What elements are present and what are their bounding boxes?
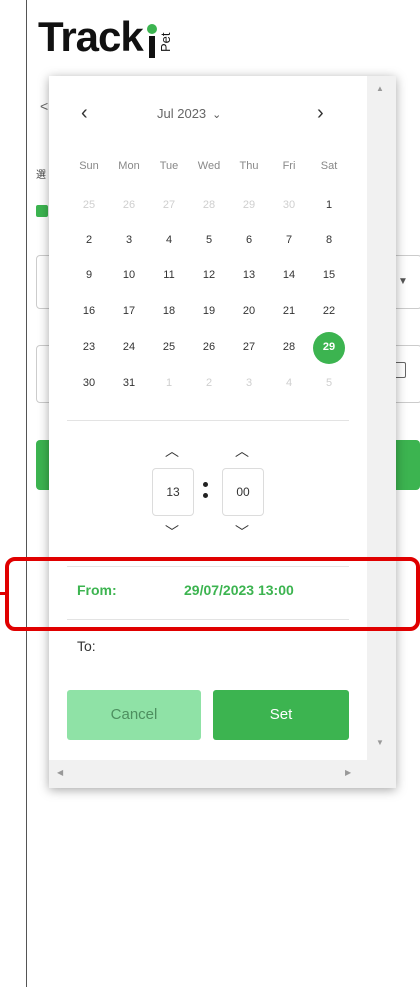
day-cell[interactable]: 2: [193, 368, 225, 398]
day-cell[interactable]: 30: [273, 190, 305, 220]
hour-down-button[interactable]: ﹀: [165, 522, 179, 542]
horizontal-scrollbar[interactable]: ◀ ▶: [49, 760, 367, 788]
day-cell[interactable]: 14: [273, 260, 305, 290]
day-cell[interactable]: 28: [193, 190, 225, 220]
day-cell[interactable]: 4: [153, 225, 185, 255]
annotation-highlight: [5, 557, 420, 631]
minute-down-button[interactable]: ﹀: [235, 522, 249, 542]
day-cell[interactable]: 31: [113, 368, 145, 398]
set-button[interactable]: Set: [213, 690, 349, 740]
day-cell[interactable]: 7: [273, 225, 305, 255]
day-grid: 25 26 27 28 29 30 1 2 3 4 5 6 7 8 9 10 11 12 13 14 15 16 17 18 1…: [49, 76, 349, 476]
day-cell[interactable]: 26: [193, 332, 225, 362]
day-cell[interactable]: 9: [73, 260, 105, 290]
day-cell[interactable]: 26: [113, 190, 145, 220]
day-cell[interactable]: 6: [233, 225, 265, 255]
day-cell[interactable]: 15: [313, 260, 345, 290]
day-cell[interactable]: 1: [313, 190, 345, 220]
day-cell[interactable]: 27: [153, 190, 185, 220]
vertical-scrollbar[interactable]: ▲ ▼: [367, 76, 396, 788]
day-cell[interactable]: 19: [193, 296, 225, 326]
day-cell[interactable]: 10: [113, 260, 145, 290]
day-cell[interactable]: 21: [273, 296, 305, 326]
day-cell-selected[interactable]: 29: [313, 332, 345, 364]
back-icon[interactable]: <: [40, 98, 48, 114]
day-cell[interactable]: 30: [73, 368, 105, 398]
day-cell[interactable]: 25: [153, 332, 185, 362]
time-separator: [203, 478, 209, 504]
day-cell[interactable]: 27: [233, 332, 265, 362]
day-cell[interactable]: 3: [113, 225, 145, 255]
day-cell[interactable]: 5: [313, 368, 345, 398]
day-cell[interactable]: 4: [273, 368, 305, 398]
date-time-picker: ‹ Jul 2023 ⌄ › Sun Mon Tue Wed Thu Fri Sat 25 26…: [49, 76, 396, 788]
day-cell[interactable]: 11: [153, 260, 185, 290]
background-checkbox[interactable]: [36, 205, 48, 217]
app-logo: Track Pet: [38, 16, 178, 58]
to-label[interactable]: To:: [77, 638, 96, 654]
day-cell[interactable]: 2: [73, 225, 105, 255]
background-label: 選: [36, 170, 46, 181]
day-cell[interactable]: 13: [233, 260, 265, 290]
day-cell[interactable]: 22: [313, 296, 345, 326]
day-cell[interactable]: 25: [73, 190, 105, 220]
day-cell[interactable]: 18: [153, 296, 185, 326]
day-cell[interactable]: 16: [73, 296, 105, 326]
annotation-pointer: [0, 592, 8, 595]
day-cell[interactable]: 20: [233, 296, 265, 326]
day-cell[interactable]: 24: [113, 332, 145, 362]
chevron-down-icon: ▼: [398, 276, 408, 287]
day-cell[interactable]: 12: [193, 260, 225, 290]
day-cell[interactable]: 17: [113, 296, 145, 326]
day-cell[interactable]: 8: [313, 225, 345, 255]
day-cell[interactable]: 23: [73, 332, 105, 362]
scroll-right-icon[interactable]: ▶: [345, 768, 351, 777]
day-cell[interactable]: 3: [233, 368, 265, 398]
cancel-button[interactable]: Cancel: [67, 690, 201, 740]
day-cell[interactable]: 29: [233, 190, 265, 220]
scroll-up-icon[interactable]: ▲: [376, 84, 384, 93]
scroll-down-icon[interactable]: ▼: [376, 738, 384, 747]
logo-text: Track: [38, 13, 144, 60]
day-cell[interactable]: 1: [153, 368, 185, 398]
day-cell[interactable]: 28: [273, 332, 305, 362]
scroll-left-icon[interactable]: ◀: [57, 768, 63, 777]
logo-sub: Pet: [157, 32, 173, 52]
day-cell[interactable]: 5: [193, 225, 225, 255]
pin-icon: [145, 24, 159, 58]
